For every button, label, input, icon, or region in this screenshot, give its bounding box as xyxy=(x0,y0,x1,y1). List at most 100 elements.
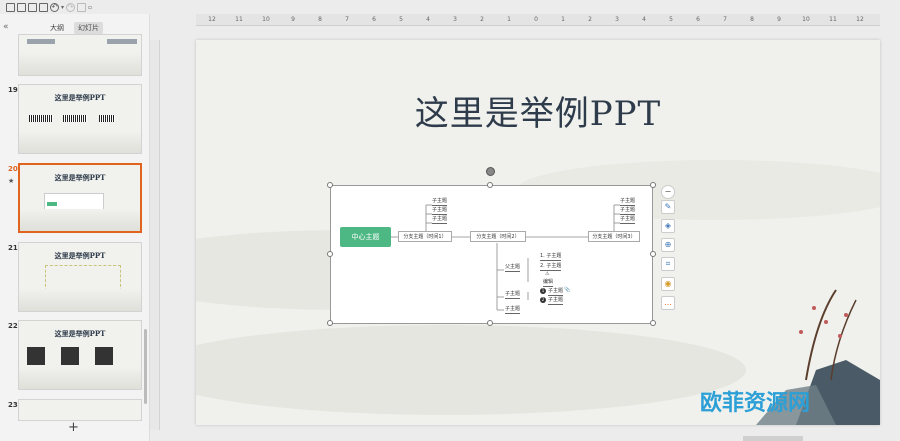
bulb-icon[interactable]: ◉ xyxy=(661,277,675,291)
ruler-label: 6 xyxy=(696,16,700,23)
thumbnail-mist xyxy=(20,209,140,231)
add-slide-button[interactable]: + xyxy=(68,420,79,435)
mindmap-leaf[interactable]: 子主题 xyxy=(432,215,448,224)
zoom-icon[interactable]: ⊕ xyxy=(661,238,675,252)
layers-icon[interactable]: ◈ xyxy=(661,219,675,233)
barcode-icon xyxy=(99,115,115,122)
mindmap-leaf[interactable]: 子主题 xyxy=(548,287,564,296)
slide-number: 23 xyxy=(8,401,18,409)
mindmap-child-node[interactable]: 1. 子主题 xyxy=(540,252,562,261)
watermark: 欧菲资源网 xyxy=(700,391,811,416)
tab-slides[interactable]: 幻灯片 xyxy=(74,22,103,34)
horizontal-ruler: 12 11 10 9 8 7 6 5 4 3 2 1 0 1 2 3 4 5 6 7 8 9 10 11 12 xyxy=(196,14,880,26)
qr-code-icon xyxy=(61,347,79,365)
export-icon[interactable] xyxy=(28,2,37,12)
barcode-icon xyxy=(29,115,53,122)
ruler-label: 3 xyxy=(615,16,619,23)
resize-handle[interactable] xyxy=(327,182,333,188)
ruler-label: 4 xyxy=(426,16,430,23)
thumbnail-banner xyxy=(27,39,55,44)
mindmap-branch-node[interactable]: 分支主题（时间2） xyxy=(470,231,526,242)
ruler-label: 4 xyxy=(642,16,646,23)
mindmap-leaf[interactable]: 子主题 xyxy=(620,215,636,224)
mindmap-leaf[interactable]: 子主题 xyxy=(620,206,636,215)
qr-code-icon xyxy=(27,347,45,365)
ruler-label: 12 xyxy=(856,16,864,23)
slide-thumbnail[interactable]: 这里是举例PPT xyxy=(18,320,142,390)
thumbnail-mindmap-center xyxy=(47,202,57,206)
more-icon[interactable]: ▫ xyxy=(88,4,92,11)
mindmap-leaf[interactable]: 子主题 xyxy=(505,305,521,314)
thumbnail-title: 这里是举例PPT xyxy=(54,329,106,338)
slide-title[interactable]: 这里是举例PPT xyxy=(196,86,880,135)
slide-number: 22 xyxy=(8,322,18,330)
mindmap-branch-node[interactable]: 分支主题（时间1） xyxy=(398,231,452,242)
resize-handle[interactable] xyxy=(650,182,656,188)
attachment-icon: 📎 xyxy=(564,287,571,293)
redo-icon[interactable]: ↷ xyxy=(66,2,76,12)
mindmap-leaf[interactable]: 子主题 xyxy=(548,296,564,305)
undo-icon[interactable]: ↶ xyxy=(50,2,59,12)
resize-handle[interactable] xyxy=(327,320,333,326)
quick-access-toolbar: ↶ ▾ ↷ ▫ xyxy=(0,0,150,14)
resize-handle[interactable] xyxy=(650,320,656,326)
ruler-label: 10 xyxy=(802,16,810,23)
crop-icon[interactable]: ⌗ xyxy=(661,257,675,271)
resize-handle[interactable] xyxy=(487,182,493,188)
ruler-label: 1 xyxy=(507,16,511,23)
edit-icon[interactable]: ✎ xyxy=(661,200,675,214)
warning-icon: ⚠ xyxy=(545,271,550,277)
ruler-label: 3 xyxy=(453,16,457,23)
save-icon[interactable] xyxy=(6,2,15,12)
vertical-ruler xyxy=(150,40,160,430)
star-icon: ★ xyxy=(8,177,15,185)
slide-number: 20 xyxy=(8,165,18,173)
print-preview-icon[interactable] xyxy=(39,2,48,12)
mindmap-child-node[interactable]: 2. 子主题 xyxy=(540,262,562,271)
slide-thumbnail[interactable] xyxy=(18,399,142,421)
mindmap-center-node[interactable]: 中心主题 xyxy=(340,227,391,247)
ruler-label: 0 xyxy=(534,16,538,23)
mindmap-frame[interactable] xyxy=(330,185,653,324)
panel-scrollbar[interactable] xyxy=(144,329,147,404)
tab-outline[interactable]: 大纲 xyxy=(46,22,68,34)
rotate-handle[interactable] xyxy=(486,167,495,176)
undo-dropdown-icon[interactable]: ▾ xyxy=(61,4,64,11)
ruler-label: 2 xyxy=(480,16,484,23)
number-badge: 2 xyxy=(540,297,546,303)
barcode-icon xyxy=(63,115,87,122)
mindmap-leaf[interactable]: 子主题 xyxy=(505,290,521,299)
minus-icon[interactable]: − xyxy=(661,185,675,199)
ruler-label: 7 xyxy=(723,16,727,23)
status-bar xyxy=(743,436,803,441)
thumbnail-title: 这里是举例PPT xyxy=(54,93,106,102)
format-painter-icon[interactable] xyxy=(77,2,87,12)
resize-handle[interactable] xyxy=(487,320,493,326)
slide-thumbnail-active[interactable]: 这里是举例PPT xyxy=(18,163,142,233)
mindmap-branch-node[interactable]: 分支主题（时间3） xyxy=(588,231,640,242)
mindmap-leaf[interactable]: 子主题 xyxy=(432,206,448,215)
slide-number: 19 xyxy=(8,86,18,94)
resize-handle[interactable] xyxy=(650,251,656,257)
ruler-label: 1 xyxy=(561,16,565,23)
thumbnail-banner xyxy=(107,39,137,44)
collapse-panel-icon[interactable]: « xyxy=(3,22,9,32)
slide-number: 21 xyxy=(8,244,18,252)
ruler-label: 6 xyxy=(372,16,376,23)
thumbnail-mist xyxy=(19,53,141,75)
ruler-label: 9 xyxy=(777,16,781,23)
mindmap-leaf[interactable]: 子主题 xyxy=(432,197,448,206)
mindmap-leaf[interactable]: 子主题 xyxy=(620,197,636,206)
ruler-label: 2 xyxy=(588,16,592,23)
mindmap-edit-label[interactable]: 编辑 xyxy=(543,278,554,287)
ruler-label: 12 xyxy=(208,16,216,23)
print-icon[interactable] xyxy=(17,2,26,12)
slide-thumbnail[interactable]: 这里是举例PPT xyxy=(18,242,142,312)
more-icon[interactable]: … xyxy=(661,296,675,310)
slide-thumbnail[interactable]: 这里是举例PPT xyxy=(18,84,142,154)
mindmap-parent-node[interactable]: 父主题 xyxy=(505,263,521,272)
ruler-label: 9 xyxy=(291,16,295,23)
ruler-label: 5 xyxy=(669,16,673,23)
slide-thumbnail[interactable] xyxy=(18,34,142,76)
resize-handle[interactable] xyxy=(327,251,333,257)
